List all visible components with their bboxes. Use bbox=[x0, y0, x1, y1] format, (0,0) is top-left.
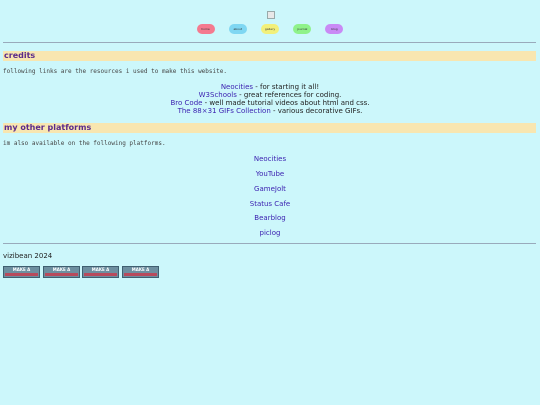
platform-item: Neocities bbox=[0, 155, 540, 163]
nav-about-button[interactable]: about bbox=[228, 24, 247, 34]
badge-stripe bbox=[84, 273, 117, 276]
nav-journal-button[interactable]: journal bbox=[293, 24, 312, 34]
credit-desc: - for starting it all! bbox=[253, 83, 320, 91]
credit-item: W3Schools - great references for coding. bbox=[0, 91, 540, 99]
platform-link-youtube[interactable]: YouTube bbox=[256, 170, 284, 178]
platform-link-piclog[interactable]: piclog bbox=[260, 229, 281, 237]
credit-desc: - well made tutorial videos about html a… bbox=[202, 99, 370, 107]
credit-desc: - great references for coding. bbox=[236, 91, 342, 99]
badge-stripe bbox=[124, 273, 157, 276]
platform-item: piclog bbox=[0, 229, 540, 237]
divider bbox=[3, 42, 536, 43]
badge-stripe bbox=[5, 273, 38, 276]
credit-item: The 88×31 GIFs Collection - various deco… bbox=[0, 107, 540, 115]
platform-link-bearblog[interactable]: Bearblog bbox=[254, 214, 285, 222]
badge-button[interactable]: MAKE A bbox=[3, 266, 40, 278]
nav-gallery-button[interactable]: gallery bbox=[261, 24, 279, 34]
divider bbox=[3, 243, 536, 244]
badge-button[interactable]: MAKE A bbox=[43, 266, 80, 278]
credit-item: Neocities - for starting it all! bbox=[0, 83, 540, 91]
platform-link-status-cafe[interactable]: Status Cafe bbox=[250, 200, 290, 208]
nav-bar: home about gallery journal blog bbox=[0, 24, 540, 34]
platform-item: GameJolt bbox=[0, 185, 540, 193]
nav-blog-button[interactable]: blog bbox=[325, 24, 344, 34]
nav-home-button[interactable]: home bbox=[196, 24, 215, 34]
platform-link-neocities[interactable]: Neocities bbox=[254, 155, 286, 163]
credit-link-w3schools[interactable]: W3Schools bbox=[199, 91, 237, 99]
credits-intro: following links are the resources i used… bbox=[3, 68, 227, 75]
platform-item: YouTube bbox=[0, 170, 540, 178]
footer-copyright: vizibean 2024 bbox=[3, 252, 53, 260]
broken-image-icon bbox=[267, 11, 275, 19]
credit-link-gifs-collection[interactable]: The 88×31 GIFs Collection bbox=[178, 107, 271, 115]
credit-desc: - various decorative GIFs. bbox=[270, 107, 363, 115]
platform-link-gamejolt[interactable]: GameJolt bbox=[254, 185, 286, 193]
platforms-heading: my other platforms bbox=[3, 123, 536, 133]
platform-item: Status Cafe bbox=[0, 200, 540, 208]
credit-link-neocities[interactable]: Neocities bbox=[221, 83, 253, 91]
badge-button[interactable]: MAKE A bbox=[82, 266, 119, 278]
platform-item: Bearblog bbox=[0, 214, 540, 222]
badge-stripe bbox=[45, 273, 78, 276]
badge-button[interactable]: MAKE A bbox=[122, 266, 159, 278]
credit-link-bro-code[interactable]: Bro Code bbox=[170, 99, 202, 107]
platforms-intro: im also available on the following platf… bbox=[3, 140, 166, 147]
credit-item: Bro Code - well made tutorial videos abo… bbox=[0, 99, 540, 107]
credits-heading: credits bbox=[3, 51, 536, 61]
